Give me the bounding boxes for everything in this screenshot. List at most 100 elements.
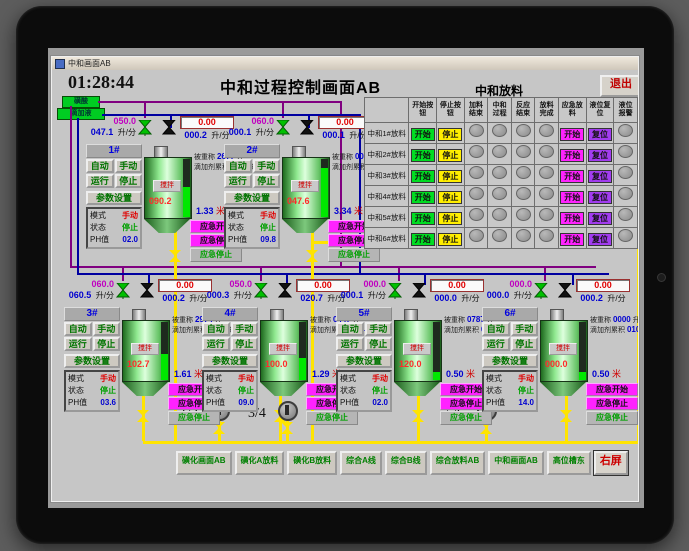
- discharge-row-label: 中和3#放料: [363, 164, 410, 186]
- discharge-stop-button[interactable]: 停止: [438, 170, 463, 183]
- level-value: 1.61: [174, 369, 192, 379]
- state-value: 停止: [122, 223, 138, 232]
- ph-value: 02.0: [122, 235, 138, 244]
- emergency-discharge-button[interactable]: 开始: [560, 191, 585, 204]
- manual-button[interactable]: 手动: [92, 322, 120, 336]
- feed-valve-icon[interactable]: [115, 282, 131, 299]
- emergency-discharge-button[interactable]: 开始: [560, 212, 585, 225]
- neutralize-process-indicator: [492, 124, 508, 137]
- agitator-button[interactable]: 搅拌: [153, 180, 181, 192]
- dosing-valve-icon[interactable]: [139, 282, 155, 299]
- level-reset-button[interactable]: 复位: [587, 128, 612, 141]
- discharge-start-button[interactable]: 开始: [410, 233, 435, 246]
- mode-label: 模式: [206, 374, 222, 383]
- discharge-start-button[interactable]: 开始: [410, 128, 435, 141]
- discharge-stop-button[interactable]: 停止: [438, 128, 463, 141]
- params-button[interactable]: 参数设置: [336, 354, 392, 368]
- run-button[interactable]: 运行: [64, 337, 92, 351]
- stop-button[interactable]: 停止: [510, 337, 538, 351]
- nav-sulfonation-screen-button[interactable]: 磺化画面AB: [176, 451, 232, 475]
- discharge-start-button[interactable]: 开始: [410, 149, 435, 162]
- nav-right-screen-button[interactable]: 右屏: [593, 451, 628, 475]
- emergency-controls: 应急开始 应急停止 应急停止: [586, 383, 638, 425]
- stop-button[interactable]: 停止: [364, 337, 392, 351]
- run-button[interactable]: 运行: [224, 174, 252, 188]
- emergency-stop-button[interactable]: 应急停止: [586, 397, 638, 410]
- params-button[interactable]: 参数设置: [86, 191, 142, 205]
- params-button[interactable]: 参数设置: [64, 354, 120, 368]
- params-button[interactable]: 参数设置: [202, 354, 258, 368]
- params-button[interactable]: 参数设置: [224, 191, 280, 205]
- emergency-discharge-button[interactable]: 开始: [560, 170, 585, 183]
- feed-valve-icon[interactable]: [387, 282, 403, 299]
- manual-button[interactable]: 手动: [510, 322, 538, 336]
- auto-button[interactable]: 自动: [336, 322, 364, 336]
- manual-button[interactable]: 手动: [230, 322, 258, 336]
- discharge-start-button[interactable]: 开始: [410, 212, 435, 225]
- flow-value: 060.5: [68, 290, 92, 300]
- discharge-stop-button[interactable]: 停止: [438, 212, 463, 225]
- discharge-start-button[interactable]: 开始: [410, 191, 435, 204]
- level-reset-button[interactable]: 复位: [587, 212, 612, 225]
- stop-button[interactable]: 停止: [230, 337, 258, 351]
- nav-combined-a-button[interactable]: 综合A线: [340, 451, 382, 475]
- reaction-end-indicator: [515, 229, 531, 242]
- stop-button[interactable]: 停止: [114, 174, 142, 188]
- stop-button[interactable]: 停止: [252, 174, 280, 188]
- run-button[interactable]: 运行: [86, 174, 114, 188]
- nav-combined-b-button[interactable]: 综合B线: [384, 451, 427, 475]
- emergency-discharge-button[interactable]: 开始: [560, 149, 585, 162]
- nav-sulfonation-a-button[interactable]: 磺化A放料: [234, 451, 285, 475]
- discharge-stop-button[interactable]: 停止: [438, 233, 463, 246]
- level-gauge: [299, 322, 306, 380]
- nav-sulfonation-b-button[interactable]: 磺化B放料: [287, 451, 338, 475]
- feed-valve-icon[interactable]: [137, 119, 153, 136]
- feed-valve-icon[interactable]: [253, 282, 269, 299]
- auto-button[interactable]: 自动: [64, 322, 92, 336]
- feed-valve-icon[interactable]: [533, 282, 549, 299]
- level-reset-button[interactable]: 复位: [587, 170, 612, 183]
- nav-combined-discharge-button[interactable]: 综合放料AB: [429, 451, 486, 475]
- discharge-start-button[interactable]: 开始: [410, 170, 435, 183]
- dosing-valve-icon[interactable]: [557, 282, 573, 299]
- auto-button[interactable]: 自动: [202, 322, 230, 336]
- run-button[interactable]: 运行: [336, 337, 364, 351]
- emergency-start-button[interactable]: 应急开始: [586, 383, 638, 396]
- emergency-discharge-button[interactable]: 开始: [560, 128, 585, 141]
- auto-button[interactable]: 自动: [224, 159, 252, 173]
- manual-button[interactable]: 手动: [364, 322, 392, 336]
- nav-elevated-tank-button[interactable]: 高位槽东: [546, 451, 591, 475]
- table-row: 中和2#放料 开始 停止 开始 复位: [363, 143, 638, 165]
- level-reset-button[interactable]: 复位: [587, 191, 612, 204]
- dosing-valve-icon[interactable]: [411, 282, 427, 299]
- manual-button[interactable]: 手动: [114, 159, 142, 173]
- level-reset-button[interactable]: 复位: [587, 149, 612, 162]
- auto-button[interactable]: 自动: [482, 322, 510, 336]
- agitator-button[interactable]: 搅拌: [291, 180, 319, 192]
- feed-valve-icon[interactable]: [275, 119, 291, 136]
- emergency-discharge-button[interactable]: 开始: [560, 233, 585, 246]
- dosing-valve-icon[interactable]: [161, 119, 177, 136]
- tank-nozzle: [550, 309, 564, 320]
- exit-button[interactable]: 退出: [600, 75, 638, 97]
- reaction-end-indicator: [515, 166, 531, 179]
- agitator-button[interactable]: 搅拌: [131, 343, 159, 355]
- stop-button[interactable]: 停止: [92, 337, 120, 351]
- agitator-button[interactable]: 搅拌: [403, 343, 431, 355]
- run-button[interactable]: 运行: [482, 337, 510, 351]
- agitator-button[interactable]: 搅拌: [269, 343, 297, 355]
- params-button[interactable]: 参数设置: [482, 354, 538, 368]
- discharge-stop-button[interactable]: 停止: [438, 149, 463, 162]
- dosing-valve-icon[interactable]: [277, 282, 293, 299]
- level-reset-button[interactable]: 复位: [587, 233, 612, 246]
- run-button[interactable]: 运行: [202, 337, 230, 351]
- tank-body: 搅拌 120.0: [394, 320, 442, 382]
- auto-button[interactable]: 自动: [86, 159, 114, 173]
- agitator-button[interactable]: 搅拌: [549, 343, 577, 355]
- dosing-valve-icon[interactable]: [299, 119, 315, 136]
- level-fill: [579, 371, 586, 380]
- nav-neutralization-screen-button[interactable]: 中和画面AB: [488, 451, 544, 475]
- manual-button[interactable]: 手动: [252, 159, 280, 173]
- discharge-stop-button[interactable]: 停止: [438, 191, 463, 204]
- reactor-tank: 搅拌 047.6: [282, 146, 330, 233]
